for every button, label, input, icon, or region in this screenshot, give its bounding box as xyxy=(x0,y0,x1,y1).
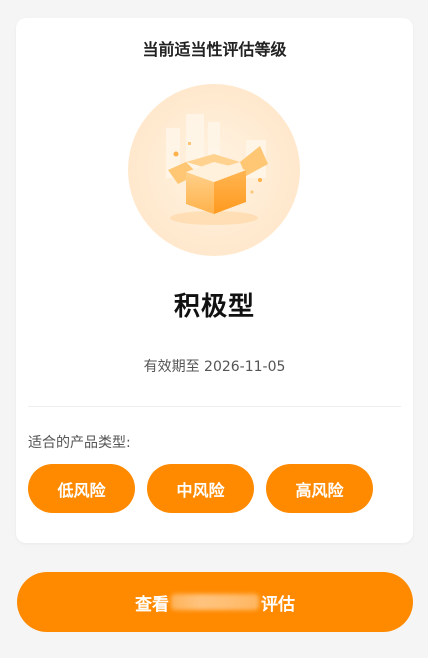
open-box-icon xyxy=(128,84,300,256)
card-title: 当前适当性评估等级 xyxy=(142,40,287,59)
products-label: 适合的产品类型: xyxy=(28,435,131,451)
validity-date: 有效期至 2026-11-05 xyxy=(143,359,286,375)
divider xyxy=(28,406,401,407)
product-tags: 低风险 中风险 高风险 xyxy=(28,464,373,513)
cta-prefix: 查看 xyxy=(135,594,169,615)
risk-level: 积极型 xyxy=(173,292,255,322)
tag-low-risk[interactable]: 低风险 xyxy=(28,464,135,513)
assessment-card: 当前适当性评估等级 积极型 有效期至 2026-11-05 适合的产品类型: 低… xyxy=(16,18,413,543)
redacted-text xyxy=(171,594,259,610)
view-assessment-button[interactable]: 查看 评估 xyxy=(17,572,413,632)
cta-suffix: 评估 xyxy=(261,594,295,615)
tag-medium-risk[interactable]: 中风险 xyxy=(147,464,254,513)
tag-high-risk[interactable]: 高风险 xyxy=(266,464,373,513)
